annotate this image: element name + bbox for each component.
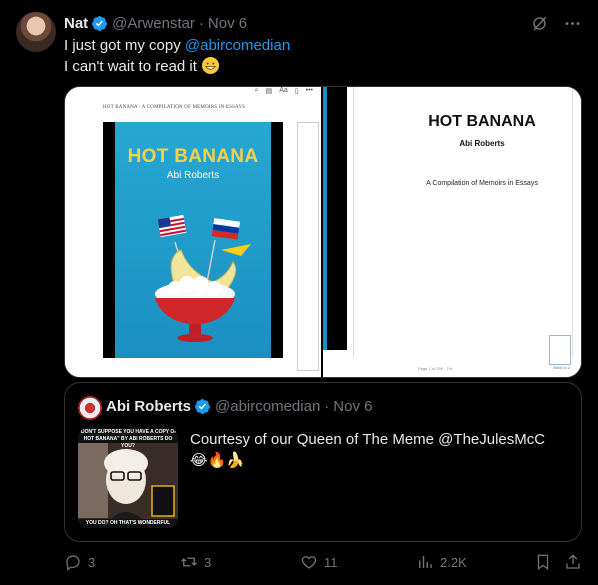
title-page-title: HOT BANANA (428, 113, 536, 130)
book-cover: HOT BANANA Abi Roberts (103, 122, 283, 358)
grok-icon[interactable] (530, 14, 549, 33)
post-header: Nat @Arwenstar · Nov 6 (64, 13, 582, 33)
author-handle[interactable]: @Arwenstar (112, 15, 195, 32)
like-count: 11 (324, 554, 338, 570)
title-page-author: Abi Roberts (459, 139, 505, 148)
post-text-line1: I just got my copy (64, 37, 185, 54)
thumb-caption-top: "DON'T SUPPOSE YOU HAVE A COPY OF HOT BA… (78, 428, 178, 449)
share-button[interactable] (564, 553, 582, 571)
thumb-caption-bottom: YOU DO? OH THAT'S WONDERFUL (78, 519, 178, 528)
mention-link[interactable]: @abircomedian (185, 37, 290, 54)
header-separator: · (198, 14, 204, 32)
banana-sundae-illustration (155, 214, 251, 342)
repost-button[interactable]: 3 (180, 553, 211, 571)
quoted-post-date: Nov 6 (333, 398, 373, 415)
quoted-text-line: Courtesy of our Queen of The Meme @TheJu… (190, 431, 546, 448)
post-text-line2: I can't wait to read it (64, 58, 197, 75)
reader-font-icon[interactable]: Aa (279, 87, 288, 97)
quoted-verified-badge-icon (195, 399, 210, 414)
reader-search-icon[interactable]: ⌕ (255, 87, 259, 97)
page-count: Page 1 of 259 · 1% (418, 366, 453, 371)
bookmark-button[interactable] (534, 553, 552, 571)
more-options-icon[interactable] (563, 14, 582, 33)
author-avatar[interactable] (16, 12, 56, 52)
quoted-header-separator: · (324, 398, 330, 415)
quoted-video-thumbnail[interactable]: "DON'T SUPPOSE YOU HAVE A COPY OF HOT BA… (78, 428, 178, 528)
quoted-post-header: Abi Roberts @abircomedian · Nov 6 (106, 398, 372, 415)
post-text: I just got my copy @abircomedian I can't… (64, 35, 290, 77)
page-edge (323, 87, 347, 350)
ebook-next-page-edge (297, 122, 319, 371)
reply-button[interactable]: 3 (64, 553, 95, 571)
quoted-author-name: Abi Roberts (106, 398, 192, 415)
ebook-doc-title: HOT BANANA : A COMPILATION OF MEMOIRS IN… (103, 105, 246, 110)
ebook-left-pane: ⌕ ▤ Aa ▯ ••• HOT BANANA : A COMPILATION … (65, 87, 323, 377)
reply-icon (66, 555, 80, 571)
reader-notes-icon[interactable]: ▤ (266, 87, 273, 97)
post-media-image[interactable]: ⌕ ▤ Aa ▯ ••• HOT BANANA : A COMPILATION … (64, 86, 582, 378)
quoted-emoji-line: 😂🔥🍌 (190, 452, 245, 469)
like-button[interactable]: 11 (300, 553, 338, 571)
verified-badge-icon (92, 15, 108, 31)
views-chart-icon (419, 556, 432, 568)
bookmark-icon (537, 554, 549, 571)
page-thumbnail[interactable]: Back to 2 (549, 335, 571, 370)
reply-count: 3 (88, 554, 96, 570)
quoted-post[interactable]: Abi Roberts @abircomedian · Nov 6 "DON'T… (64, 382, 582, 542)
post-date[interactable]: Nov 6 (208, 15, 247, 32)
repost-icon (181, 557, 197, 567)
repost-count: 3 (204, 554, 212, 570)
thumb-label: Back to 2 (553, 365, 570, 370)
view-count: 2.2K (440, 554, 467, 570)
quoted-author-handle: @abircomedian (215, 398, 321, 415)
ebook-right-pane: HOT BANANA Abi Roberts A Compilation of … (323, 87, 581, 377)
post-actions-bar: 3 3 11 2.2K (64, 553, 582, 573)
reader-more-icon[interactable]: ••• (306, 87, 313, 97)
author-name[interactable]: Nat (64, 15, 88, 32)
share-icon (566, 554, 580, 569)
views-button[interactable]: 2.2K (416, 553, 467, 571)
quoted-author-avatar (78, 396, 102, 420)
heart-icon (301, 556, 317, 569)
grinning-face-emoji-icon (202, 56, 220, 75)
quoted-post-text: Courtesy of our Queen of The Meme @TheJu… (190, 429, 570, 471)
reader-bookmark-icon[interactable]: ▯ (295, 87, 299, 97)
reader-toolbar: ⌕ ▤ Aa ▯ ••• (65, 87, 321, 97)
title-page-subtitle: A Compilation of Memoirs in Essays (426, 180, 538, 187)
